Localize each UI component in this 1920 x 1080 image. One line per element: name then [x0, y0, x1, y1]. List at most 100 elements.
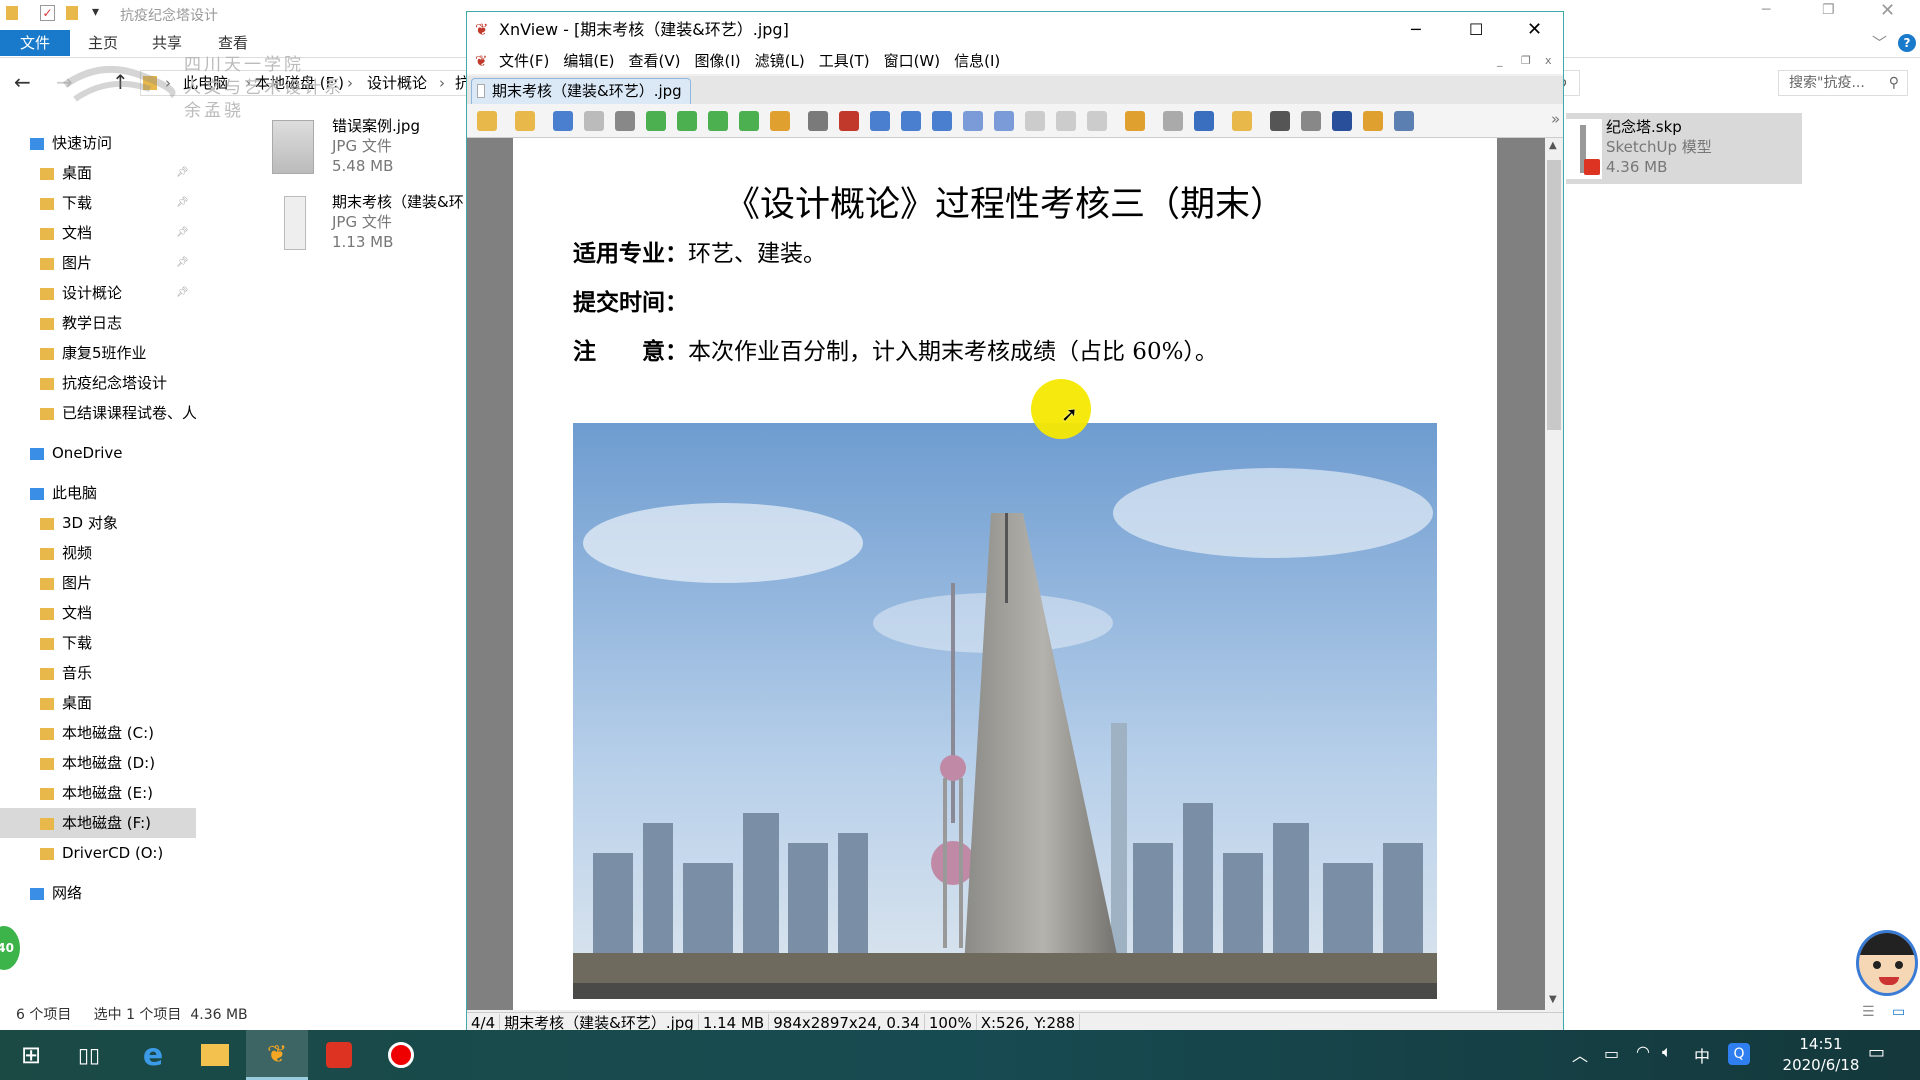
sidebar-item[interactable]: 康复5班作业 — [0, 338, 196, 368]
sidebar-item[interactable]: 视频 — [0, 538, 196, 568]
taskbar-xnview[interactable]: ❦ — [246, 1030, 308, 1080]
details-view-icon[interactable]: ☰ — [1862, 1004, 1875, 1020]
prev-page-icon[interactable] — [1056, 111, 1076, 131]
undo-icon[interactable] — [584, 111, 604, 131]
sidebar-item[interactable]: OneDrive — [0, 438, 196, 468]
tab-home[interactable]: 主页 — [72, 30, 134, 56]
sidebar-item[interactable]: 下载 📌︎ — [0, 188, 196, 218]
assistant-avatar[interactable] — [1856, 930, 1918, 996]
menu-item[interactable]: 编辑(E) — [563, 52, 614, 70]
action-center-icon[interactable]: ▭ — [1868, 1042, 1885, 1063]
menu-item[interactable]: 工具(T) — [819, 52, 870, 70]
browser-icon[interactable] — [477, 111, 497, 131]
wifi-icon[interactable]: ◠ — [1636, 1042, 1650, 1061]
pin-icon[interactable]: 📌︎ — [176, 278, 189, 308]
sidebar-item[interactable]: 此电脑 — [0, 478, 196, 508]
help-icon[interactable]: ? — [1898, 34, 1916, 52]
new-folder-icon[interactable] — [66, 6, 78, 20]
prev-icon[interactable] — [963, 111, 983, 131]
tab-share[interactable]: 共享 — [136, 30, 198, 56]
sidebar-item[interactable]: 本地磁盘 (E:) — [0, 778, 196, 808]
open-icon[interactable] — [515, 111, 535, 131]
zoom-1to1-icon[interactable] — [901, 111, 921, 131]
slideshow-icon[interactable] — [1125, 111, 1145, 131]
tab-view[interactable]: 查看 — [202, 30, 264, 56]
search-input[interactable]: 搜索"抗疫... ⚲ — [1778, 70, 1908, 96]
zoom-out-icon[interactable] — [932, 111, 952, 131]
sidebar-item[interactable]: 图片 — [0, 568, 196, 598]
minimize-button[interactable]: ─ — [1762, 2, 1770, 18]
xnview-maximize-button[interactable]: ☐ — [1469, 12, 1483, 48]
sidebar-item[interactable]: 网络 — [0, 878, 196, 908]
sidebar-item[interactable]: 本地磁盘 (C:) — [0, 718, 196, 748]
red-eye-icon[interactable] — [839, 111, 859, 131]
scan-icon[interactable] — [1332, 111, 1352, 131]
taskbar-edge[interactable]: e — [122, 1030, 184, 1080]
start-button[interactable]: ⊞ — [0, 1030, 62, 1080]
print-icon[interactable] — [1301, 111, 1321, 131]
menu-item[interactable]: 窗口(W) — [884, 52, 941, 70]
image-viewport[interactable]: 《设计概论》过程性考核三（期末） 适用专业：环艺、建装。 提交时间： 注 意：本… — [467, 138, 1545, 1010]
restore-button[interactable]: ❐ — [1822, 2, 1835, 18]
sidebar-item[interactable]: 已结课课程试卷、人 — [0, 398, 196, 428]
sidebar-item[interactable]: 3D 对象 — [0, 508, 196, 538]
doc-minimize-button[interactable]: _ — [1497, 48, 1503, 74]
sidebar-item[interactable]: 音乐 — [0, 658, 196, 688]
page-count-icon[interactable] — [1087, 111, 1107, 131]
menu-item[interactable]: 图像(I) — [695, 52, 741, 70]
menu-item[interactable]: 查看(V) — [629, 52, 681, 70]
convert-icon[interactable] — [770, 111, 790, 131]
taskbar-recorder[interactable] — [370, 1030, 432, 1080]
sidebar-item[interactable]: 快速访问 — [0, 128, 196, 158]
info-icon[interactable] — [1163, 111, 1183, 131]
rotate-left-icon[interactable] — [646, 111, 666, 131]
doc-close-button[interactable]: x — [1545, 48, 1552, 74]
toolbar-overflow-icon[interactable]: » — [1551, 110, 1560, 128]
file-item-selected[interactable]: 纪念塔.skp SketchUp 模型 4.36 MB — [1566, 113, 1802, 184]
taskbar-explorer[interactable] — [184, 1030, 246, 1080]
scroll-thumb[interactable] — [1547, 160, 1561, 430]
previous-image-icon[interactable] — [708, 111, 728, 131]
sidebar-item[interactable]: 设计概论 📌︎ — [0, 278, 196, 308]
task-view-button[interactable]: ▯▯ — [58, 1030, 120, 1080]
pin-icon[interactable]: 📌︎ — [176, 188, 189, 218]
quick-access-dropdown-icon[interactable]: ▾ — [92, 4, 99, 20]
sidebar-item[interactable]: 本地磁盘 (D:) — [0, 748, 196, 778]
zoom-in-icon[interactable] — [870, 111, 890, 131]
tab-document[interactable]: 期末考核（建装&环艺）.jpg — [471, 78, 691, 104]
sidebar-item[interactable]: 图片 📌︎ — [0, 248, 196, 278]
next-image-icon[interactable] — [739, 111, 759, 131]
pin-icon[interactable]: 📌︎ — [176, 218, 189, 248]
vertical-scrollbar[interactable]: ▲ ▼ — [1545, 138, 1563, 1010]
volume-icon[interactable]: 🔈︎ — [1662, 1042, 1672, 1062]
menu-item[interactable]: 滤镜(L) — [755, 52, 805, 70]
xnview-minimize-button[interactable]: ─ — [1411, 12, 1421, 48]
menu-item[interactable]: 文件(F) — [499, 52, 549, 70]
camera-icon[interactable] — [1394, 111, 1414, 131]
close-button[interactable]: ✕ — [1880, 0, 1895, 21]
adjust-icon[interactable] — [808, 111, 828, 131]
ime-indicator[interactable]: 中 — [1694, 1043, 1710, 1067]
show-hidden-icons[interactable]: ︿ — [1572, 1042, 1588, 1066]
expand-ribbon-icon[interactable]: ﹀ — [1872, 32, 1887, 53]
pin-icon[interactable]: 📌︎ — [176, 248, 189, 278]
sidebar-item[interactable]: 下载 — [0, 628, 196, 658]
sidebar-item[interactable]: 教学日志 — [0, 308, 196, 338]
tab-file[interactable]: 文件 — [0, 30, 70, 56]
taskbar-sketchup[interactable] — [308, 1030, 370, 1080]
pin-icon[interactable]: 📌︎ — [176, 158, 189, 188]
back-icon[interactable]: ← — [14, 70, 31, 94]
first-page-icon[interactable] — [1025, 111, 1045, 131]
doc-restore-button[interactable]: ❐ — [1521, 48, 1531, 74]
sidebar-item[interactable]: 桌面 📌︎ — [0, 158, 196, 188]
sidebar-item[interactable]: 本地磁盘 (F:) — [0, 808, 196, 838]
save-icon[interactable] — [553, 111, 573, 131]
menu-item[interactable]: 信息(I) — [954, 52, 1000, 70]
thumbnail-view-icon[interactable]: ▭ — [1892, 1004, 1905, 1020]
breadcrumb-design[interactable]: 设计概论 — [367, 71, 427, 95]
scroll-down-icon[interactable]: ▼ — [1549, 994, 1557, 1005]
clock[interactable]: 14:51 2020/6/18 — [1766, 1034, 1876, 1076]
properties-icon[interactable]: ✓ — [40, 5, 55, 21]
capture-icon[interactable] — [1363, 111, 1383, 131]
next-icon[interactable] — [994, 111, 1014, 131]
